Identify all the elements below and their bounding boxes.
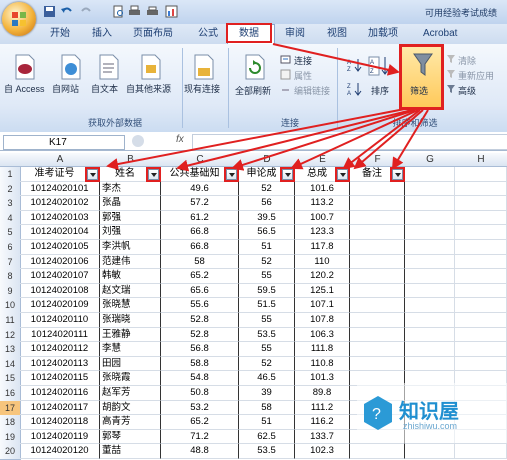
watermark-url: zhishiwu.com — [403, 421, 458, 431]
annotation-arrows — [106, 43, 429, 172]
arrow-tab-to-filter — [272, 43, 400, 76]
watermark-brand: 知识屋 — [399, 401, 459, 423]
svg-text:?: ? — [372, 406, 381, 423]
watermark: ? 知识屋 zhishiwu.com — [357, 383, 507, 443]
table-cell[interactable] — [350, 444, 405, 459]
table-cell[interactable] — [455, 444, 507, 459]
table-cell[interactable]: 董喆 — [100, 444, 161, 459]
table-cell[interactable]: 48.8 — [161, 444, 239, 459]
office-logo-icon — [12, 12, 26, 26]
office-button[interactable] — [2, 2, 36, 36]
table-cell[interactable]: 53.5 — [239, 444, 295, 459]
table-cell[interactable]: 102.3 — [295, 444, 350, 459]
arrow-filter-to-col-b — [176, 109, 413, 172]
table-cell[interactable]: 10124020120 — [20, 444, 100, 459]
arrow-filter-to-col-a — [106, 107, 411, 171]
watermark-logo-icon: ? — [364, 396, 392, 430]
row-header[interactable]: 20 — [0, 444, 21, 460]
table-cell[interactable] — [405, 444, 455, 459]
